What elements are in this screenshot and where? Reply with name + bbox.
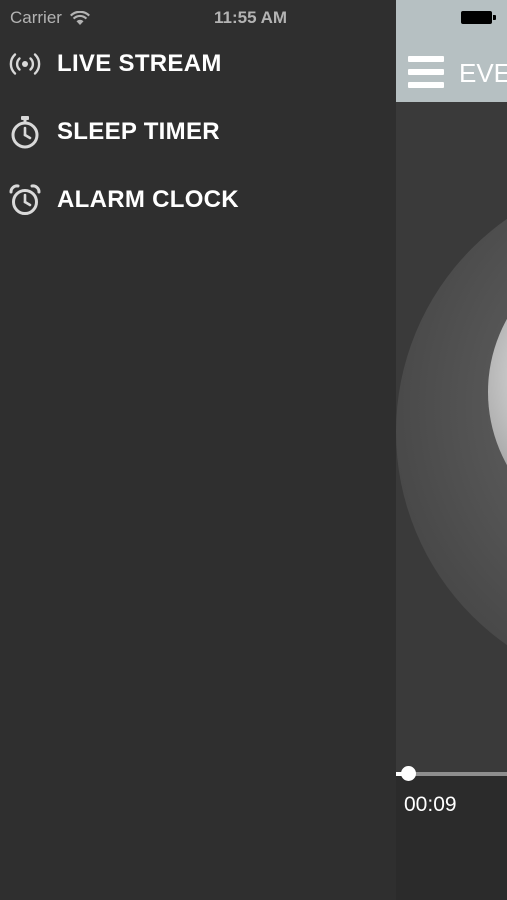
menu-item-sleep-timer[interactable]: SLEEP TIMER — [0, 98, 396, 166]
menu-item-live-stream[interactable]: LIVE STREAM — [0, 30, 396, 98]
elapsed-time: 00:09 — [404, 793, 457, 816]
hamburger-icon — [408, 56, 444, 62]
alarm-clock-icon — [8, 183, 42, 217]
playback-progress-slider[interactable] — [396, 766, 507, 781]
main-content: EVE 00:09 — [396, 0, 507, 900]
app-screen: Carrier 11:55 AM EVE 00:09 LIVE STREAM S… — [0, 0, 507, 900]
menu-item-label: SLEEP TIMER — [57, 118, 220, 145]
stopwatch-icon — [8, 115, 42, 149]
progress-thumb[interactable] — [401, 766, 417, 781]
status-time: 11:55 AM — [214, 8, 288, 27]
menu-item-label: ALARM CLOCK — [57, 186, 239, 213]
side-drawer: LIVE STREAM SLEEP TIMER ALARM CLOCK — [0, 0, 396, 900]
carrier-label: Carrier — [10, 8, 62, 27]
album-artwork — [396, 102, 507, 772]
wifi-icon — [69, 10, 90, 25]
battery-icon — [461, 11, 496, 24]
artwork-disc-outer — [396, 172, 507, 692]
drawer-menu: LIVE STREAM SLEEP TIMER ALARM CLOCK — [0, 30, 396, 234]
nav-title: EVE — [459, 58, 507, 88]
menu-toggle-button[interactable] — [408, 56, 444, 90]
menu-item-label: LIVE STREAM — [57, 50, 222, 77]
broadcast-icon — [8, 47, 42, 81]
menu-item-alarm-clock[interactable]: ALARM CLOCK — [0, 166, 396, 234]
status-left: Carrier — [10, 8, 90, 28]
